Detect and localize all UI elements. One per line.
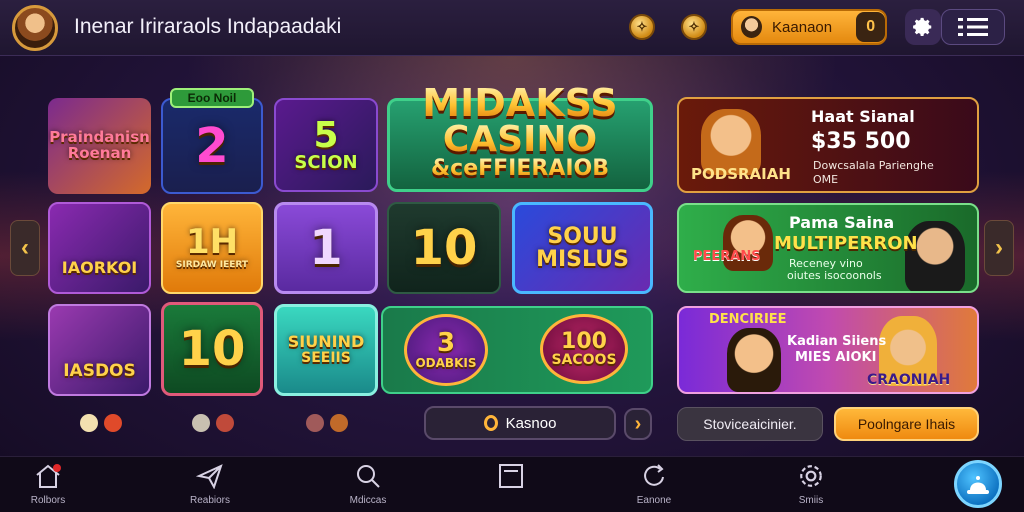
refresh-icon — [644, 464, 664, 486]
profile-avatar[interactable] — [12, 5, 58, 51]
game-tile-3[interactable]: 5 SCION — [274, 98, 378, 192]
indicator-dot[interactable] — [306, 414, 324, 432]
bonus-coin-icon[interactable]: ✧ — [681, 14, 707, 40]
hero-casino-title: MIDAKSS CASINO &ceFFIERAIOB — [422, 81, 618, 181]
image-icon — [499, 464, 523, 488]
game-tile-5[interactable]: IAORKOI — [48, 202, 151, 294]
promo-banner-1[interactable]: Haat Sianal $35 500 PODSRAIAH Dowcsalala… — [677, 97, 979, 193]
ring-icon — [483, 415, 498, 431]
support-fab-button[interactable] — [954, 460, 1002, 508]
game-tile-1[interactable]: Praindanisn Roenan — [48, 98, 151, 194]
indicator-dot[interactable] — [330, 414, 348, 432]
search-icon — [357, 465, 380, 488]
nav-item-refresh[interactable]: Eanone — [614, 463, 694, 509]
indicator-dot[interactable] — [192, 414, 210, 432]
prev-arrow-button[interactable]: ‹ — [10, 220, 40, 276]
banner-character-3a — [727, 328, 781, 392]
game-tile-13[interactable]: 3 ODABKIS — [404, 314, 488, 386]
bell-icon — [967, 476, 989, 494]
home-icon — [36, 464, 61, 488]
game-tile-6[interactable]: 1H SIRDAW IEERT — [161, 202, 263, 294]
account-label: Kaanaon — [772, 18, 833, 36]
game-tile-8[interactable]: 10 — [387, 202, 501, 294]
game-tile-14[interactable]: 100 SACOOS — [540, 314, 628, 384]
indicator-dot[interactable] — [80, 414, 98, 432]
settings-button[interactable] — [905, 9, 941, 45]
account-badge: 0 — [856, 12, 885, 42]
nav-item-send[interactable]: Reabiors — [170, 463, 250, 509]
list-menu-icon — [958, 18, 988, 36]
coin-icon[interactable]: ✧ — [629, 14, 655, 40]
user-avatar-icon — [741, 16, 763, 38]
game-tile-9[interactable]: SOUU MISLUS — [512, 202, 653, 294]
primary-button[interactable]: Poolngare Ihais — [834, 407, 979, 441]
gear-icon — [913, 17, 932, 36]
nav-item-home[interactable]: Rolbors — [8, 463, 88, 509]
promo-banner-3[interactable]: DENCIRIEE Kadian Siiens MIES AIOKI CRAON… — [677, 306, 979, 394]
game-tile-7[interactable]: 1 — [274, 202, 378, 294]
menu-button[interactable] — [941, 9, 1005, 45]
nav-item-search[interactable]: Mdiccas — [328, 463, 408, 509]
top-bar: Inenar Iriraraols Indapaadaki ✧ ✧ Kaanao… — [0, 0, 1024, 56]
send-icon — [196, 464, 223, 489]
bottom-navigation: Rolbors Reabiors Mdiccas Eanone Smiis — [0, 456, 1024, 512]
indicator-dot[interactable] — [216, 414, 234, 432]
kasnoo-button[interactable]: Kasnoo — [424, 406, 616, 440]
next-arrow-button[interactable]: › — [984, 220, 1014, 276]
banner-character-2b — [905, 221, 965, 291]
promo-banner-2[interactable]: Pama Saina MULTIPERRON Receney vino oiut… — [677, 203, 979, 293]
app-title: Inenar Iriraraols Indapaadaki — [74, 15, 342, 38]
secondary-button[interactable]: Stoviceaicinier. — [677, 407, 823, 441]
game-tile-11[interactable]: 10 — [161, 302, 263, 396]
gear-icon — [800, 465, 822, 487]
account-button[interactable]: Kaanaon 0 — [731, 9, 887, 45]
game-tile-badge: Eoo Noil — [170, 88, 254, 108]
nav-item-settings[interactable]: Smiis — [771, 463, 851, 509]
next-button[interactable]: › — [624, 408, 652, 440]
game-tile-10[interactable]: IASDOS — [48, 304, 151, 396]
game-tile-12[interactable]: SIUNIND SEEIIS — [274, 304, 378, 396]
game-tile-2[interactable]: 2 — [161, 98, 263, 194]
indicator-dot[interactable] — [104, 414, 122, 432]
nav-item-gallery[interactable] — [471, 463, 551, 509]
